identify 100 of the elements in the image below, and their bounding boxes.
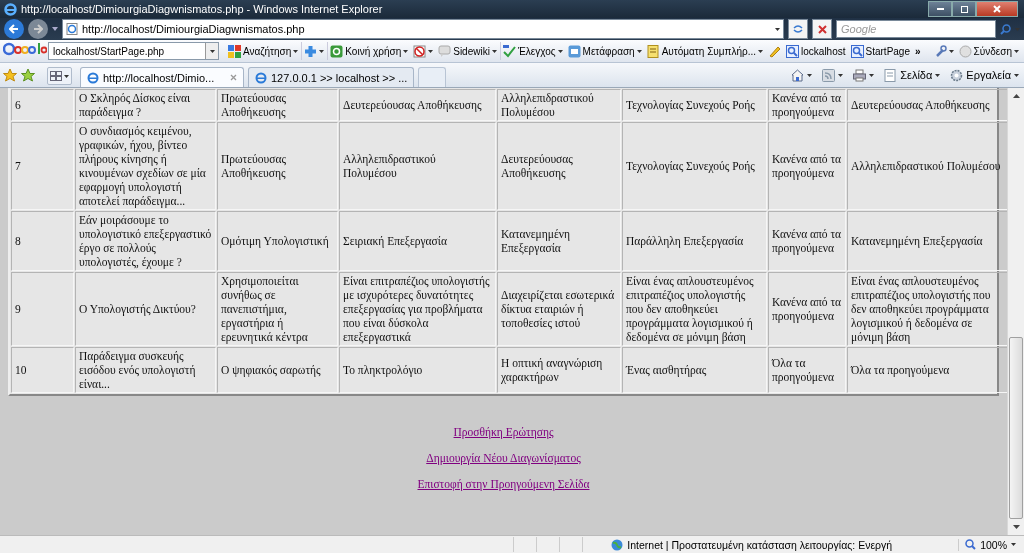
grid-icon (50, 71, 62, 81)
dropdown-caret-icon (64, 74, 69, 78)
scroll-down-icon (1012, 525, 1020, 529)
browser-tab[interactable]: 127.0.0.1 >> localhost >> ... (248, 67, 415, 87)
pencil-icon (768, 44, 782, 58)
table-cell: Κανένα από τα προηγούμενα (768, 211, 846, 271)
tab-close-icon (230, 74, 237, 81)
table-cell: Δευτερεύουσας Αποθήκευσης (339, 89, 496, 121)
table-cell: Διαχειρίζεται εσωτερικά δίκτυα εταιριών ή τοποθεσίες ιστού (497, 272, 621, 346)
table-cell: Είναι ένας απλουστευμένος επιτραπέζιος υπολογιστής που δεν αποθηκεύει προγράμματα λογισμικού ή δεδομένα σε μόνιμη βάση (622, 272, 767, 346)
autofill-button[interactable]: Αυτόματη Συμπλήρ... (644, 42, 766, 60)
refresh-arrows-icon (792, 24, 804, 34)
back-button[interactable] (4, 19, 24, 39)
search-field[interactable]: Google (836, 20, 996, 38)
share-button[interactable]: Κοινή χρήση (327, 42, 411, 60)
close-button[interactable] (976, 1, 1018, 17)
restore-icon (960, 5, 968, 13)
table-cell: Παράλληλη Επεξεργασία (622, 211, 767, 271)
tools-button[interactable]: Εργαλεία (950, 65, 1019, 85)
table-cell: Κανένα από τα προηγούμενα (768, 272, 846, 346)
magnifier-page-icon (850, 44, 864, 58)
bookmark-button[interactable]: lockalhost (784, 42, 848, 60)
restore-button[interactable] (952, 1, 976, 17)
feed-icon (822, 68, 836, 82)
bookmark-button[interactable]: StartPage (848, 42, 912, 60)
scroll-up-icon (1012, 94, 1020, 98)
table-cell: Κατανεμημένη Επεξεργασία (497, 211, 621, 271)
table-cell: Τεχνολογίας Συνεχούς Ροής (622, 89, 767, 121)
table-cell: Ένας αισθητήρας (622, 347, 767, 393)
table-cell: Αλληλεπιδραστικού Πολυμέσου (339, 122, 496, 210)
table-cell: Όλα τα προηγούμενα (768, 347, 846, 393)
minimize-button[interactable] (928, 1, 952, 17)
table-cell: Πρωτεύουσας Αποθήκευσης (217, 89, 338, 121)
table-cell: Δευτερεύουσας Αποθήκευσης (497, 122, 621, 210)
magnifier-icon (965, 539, 977, 550)
forward-button[interactable] (28, 19, 48, 39)
dropdown-caret-icon (209, 49, 215, 53)
search-icon (1000, 23, 1011, 35)
back-arrow-icon (9, 24, 19, 34)
globe-icon (611, 538, 624, 551)
table-cell: Ο Σκληρός Δίσκος είναι παράδειγμα ? (75, 89, 216, 121)
address-field[interactable]: http://localhost/DimiourgiaDiagwnismatos.php (62, 19, 784, 39)
gear-icon (950, 68, 964, 82)
page-link[interactable]: Επιστοφή στην Προηγούμενη Σελίδα (417, 478, 590, 490)
table-cell: Δευτερεύουσας Αποθήκευσης (847, 89, 1008, 121)
sidewiki-button[interactable]: Sidewiki (436, 42, 499, 60)
window-title: http://localhost/DimiourgiaDiagwnismatos.php - Windows Internet Explorer (21, 3, 384, 15)
google-search-field[interactable]: lockalhost/StartPage.php (48, 42, 219, 60)
table-cell: Χρησιμοποιείται συνήθως σε πανεπιστήμια, εργαστήρια ή ερευνητικά κέντρα (217, 272, 338, 346)
table-cell: Κανένα από τα προηγούμενα (768, 89, 846, 121)
star-plus-icon (21, 68, 35, 82)
spellcheck-icon (502, 44, 516, 58)
table-cell: Ο Υπολογιστής Δικτύου? (75, 272, 216, 346)
table-cell: 10 (11, 347, 74, 393)
vertical-scrollbar[interactable] (1007, 88, 1024, 535)
stop-button[interactable] (812, 19, 832, 39)
printer-icon (853, 68, 867, 82)
stop-icon (817, 24, 827, 34)
page-button[interactable]: Σελίδα (884, 65, 941, 85)
dropdown-caret-icon (838, 73, 844, 77)
share-icon (330, 44, 344, 58)
history-caret-icon (52, 27, 58, 31)
table-cell: 6 (11, 89, 74, 121)
search-button[interactable]: Αναζήτηση (226, 42, 301, 60)
house-icon (791, 68, 805, 82)
table-cell: Κανένα από τα προηγούμενα (768, 122, 846, 210)
circle-icon (958, 44, 972, 58)
translate-icon (567, 44, 581, 58)
speech-bubble-icon (438, 44, 452, 58)
table-cell: Είναι επιτραπέζιος υπολογιστής με ισχυρότερες δυνατότητες επεξεργασίας για προβλήματα που είναι δύσκολα επεξεργαστικά (339, 272, 496, 346)
google-blocks-icon (228, 44, 241, 58)
table-cell: 8 (11, 211, 74, 271)
page-link[interactable]: Δημιουργία Νέου Διαγωνίσματος (426, 452, 581, 464)
minimize-icon (936, 8, 944, 10)
more-button[interactable]: » (913, 42, 923, 60)
dropdown-caret-icon (935, 73, 941, 77)
table-cell: Ομότιμη Υπολογιστική (217, 211, 338, 271)
security-zone-text: Internet | Προστατευμένη κατάσταση λειτουργίας: Ενεργή (627, 538, 893, 551)
block-button[interactable] (411, 42, 436, 60)
zoom-button[interactable]: 100% (958, 538, 1024, 551)
table-cell: Το πληκτρολόγιο (339, 347, 496, 393)
plus-icon (304, 44, 318, 58)
table-cell: Πρωτεύουσας Αποθήκευσης (217, 122, 338, 210)
magnifier-page-icon (786, 44, 800, 58)
page-icon (884, 68, 898, 82)
refresh-button[interactable] (788, 19, 808, 39)
star-icon (3, 68, 17, 82)
table-cell: Αλληλεπιδραστικού Πολυμέσου (497, 89, 621, 121)
table-cell: Παράδειγμα συσκευής εισόδου ενός υπολογιστή είναι... (75, 347, 216, 393)
page-icon (66, 23, 78, 35)
translate-button[interactable]: Μετάφραση (565, 42, 644, 60)
ie-logo-icon (87, 71, 99, 84)
dropdown-caret-icon (775, 27, 780, 31)
spell-button[interactable]: Έλεγχος (499, 42, 565, 60)
signin-button[interactable]: Σύνδεση (956, 42, 1021, 60)
plus-button[interactable] (301, 42, 327, 60)
blocked-popup-icon (413, 44, 427, 58)
quick-tabs-button[interactable] (47, 67, 72, 85)
browser-tab[interactable]: http://localhost/Dimio... (80, 67, 244, 87)
page-link[interactable]: Προσθήκη Ερώτησης (453, 426, 554, 438)
